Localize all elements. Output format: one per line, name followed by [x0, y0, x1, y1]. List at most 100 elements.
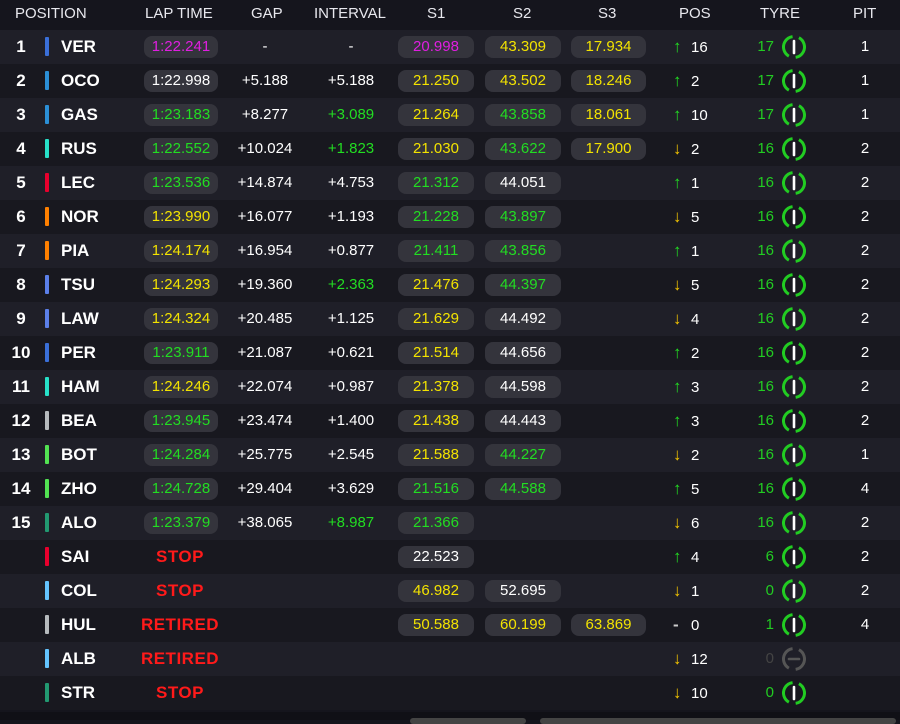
arrow-up-icon: ↑ [673, 37, 682, 56]
team-color-bar [45, 377, 49, 396]
gap-value: +25.775 [237, 446, 293, 463]
arrow-up-icon: ↑ [673, 343, 682, 362]
position-change-value: 0 [691, 617, 700, 634]
header-pit: PIT [853, 5, 877, 22]
table-row[interactable]: SAI STOP 22.523 ↑ 4 6 2 [0, 540, 900, 574]
sector-s1: 21.438 [398, 410, 474, 432]
driver-code: HAM [61, 377, 100, 396]
position-change: ↓ 6 [673, 506, 723, 540]
sector-s2: 43.309 [485, 36, 561, 58]
gap-value: +21.087 [237, 344, 293, 361]
sector-s2: 44.227 [485, 444, 561, 466]
position-change-value: 12 [691, 651, 708, 668]
driver-code: BOT [61, 445, 97, 464]
interval-value: +0.987 [327, 378, 375, 395]
team-color-bar [45, 615, 49, 634]
pit-stops: 2 [860, 174, 870, 191]
sector-s1: 22.523 [398, 546, 474, 568]
position-change: ↑ 3 [673, 404, 723, 438]
header-s2: S2 [513, 5, 532, 22]
arrow-down-icon: ↓ [673, 139, 682, 158]
table-row[interactable]: 8 TSU 1:24.293 +19.360 +2.363 21.476 44.397 ↓ 5 1… [0, 268, 900, 302]
driver-code: HUL [61, 615, 96, 634]
tyre-laps: 16 [757, 276, 774, 293]
pit-stops: 2 [860, 548, 870, 565]
team-color-bar [45, 241, 49, 260]
scrollbar-segment[interactable] [540, 718, 896, 724]
arrow-down-icon: ↓ [673, 309, 682, 328]
table-row[interactable]: ALB RETIRED ↓ 12 0 [0, 642, 900, 676]
sector-s1: 21.514 [398, 342, 474, 364]
driver-code: PER [61, 343, 96, 362]
team-color-bar [45, 343, 49, 362]
status-label: STOP [156, 683, 204, 702]
table-row[interactable]: 1 VER 1:22.241 - - 20.998 43.309 17.934 ↑ 16 17 1 [0, 30, 900, 64]
sector-s2: 44.492 [485, 308, 561, 330]
team-color-bar [45, 445, 49, 464]
pit-stops: 2 [860, 582, 870, 599]
position-change: ↑ 1 [673, 234, 723, 268]
position-number: 2 [16, 71, 26, 90]
horizontal-scrollbar[interactable] [0, 712, 900, 724]
sector-s2: 52.695 [485, 580, 561, 602]
table-row[interactable]: 7 PIA 1:24.174 +16.954 +0.877 21.411 43.856 ↑ 1 1… [0, 234, 900, 268]
table-row[interactable]: STR STOP ↓ 10 0 [0, 676, 900, 710]
status-label: STOP [156, 581, 204, 600]
lap-time: 1:23.990 [144, 206, 218, 228]
header-gap: GAP [251, 5, 283, 22]
position-change: ↑ 2 [673, 64, 723, 98]
interval-value [318, 642, 384, 676]
tyre-laps: 16 [757, 208, 774, 225]
gap-value: +8.277 [241, 106, 289, 123]
position-number: 11 [12, 377, 30, 396]
tyre-hard-icon [781, 442, 807, 468]
position-change: ↑ 16 [673, 30, 723, 64]
position-number [4, 608, 38, 642]
sector-s2: 43.858 [485, 104, 561, 126]
gap-value: +22.074 [237, 378, 293, 395]
table-row[interactable]: 11 HAM 1:24.246 +22.074 +0.987 21.378 44.598 ↑ 3… [0, 370, 900, 404]
pit-stops: 2 [860, 514, 870, 531]
tyre-laps: 0 [765, 684, 774, 701]
sector-s2: 60.199 [485, 614, 561, 636]
team-color-bar [45, 479, 49, 498]
position-number: 5 [16, 173, 26, 192]
scrollbar-segment[interactable] [410, 718, 526, 724]
pit-stops: 2 [860, 310, 870, 327]
tyre-hard-icon [781, 578, 807, 604]
interval-value: +8.987 [327, 514, 375, 531]
table-row[interactable]: 10 PER 1:23.911 +21.087 +0.621 21.514 44.656 ↑ 2… [0, 336, 900, 370]
table-row[interactable]: 3 GAS 1:23.183 +8.277 +3.089 21.264 43.858 18.0… [0, 98, 900, 132]
lap-time: 1:24.728 [144, 478, 218, 500]
tyre-hard-icon [781, 612, 807, 638]
sector-s3: 18.061 [571, 104, 646, 126]
interval-value: +3.629 [327, 480, 375, 497]
table-row[interactable]: 14 ZHO 1:24.728 +29.404 +3.629 21.516 44.588 ↑ 5… [0, 472, 900, 506]
table-row[interactable]: 6 NOR 1:23.990 +16.077 +1.193 21.228 43.897 ↓ 5 1… [0, 200, 900, 234]
table-row[interactable]: 12 BEA 1:23.945 +23.474 +1.400 21.438 44.443 ↑ 3… [0, 404, 900, 438]
table-row[interactable]: COL STOP 46.982 52.695 ↓ 1 0 2 [0, 574, 900, 608]
position-change: -0 [673, 608, 723, 642]
tyre-hard-icon [781, 68, 807, 94]
interval-value [318, 608, 384, 642]
table-row[interactable]: 5 LEC 1:23.536 +14.874 +4.753 21.312 44.051 ↑ 1 1… [0, 166, 900, 200]
table-row[interactable]: 13 BOT 1:24.284 +25.775 +2.545 21.588 44.227 ↓ 2… [0, 438, 900, 472]
pit-stops: 2 [860, 208, 870, 225]
sector-s2: 44.051 [485, 172, 561, 194]
table-row[interactable]: 2 OCO 1:22.998 +5.188 +5.188 21.250 43.502 18.2… [0, 64, 900, 98]
table-row[interactable]: HUL RETIRED 50.588 60.199 63.869 -0 1 4 [0, 608, 900, 642]
interval-value [318, 676, 384, 710]
driver-code: OCO [61, 71, 100, 90]
table-row[interactable]: 4 RUS 1:22.552 +10.024 +1.823 21.030 43.622 17.… [0, 132, 900, 166]
driver-code: ALO [61, 513, 97, 532]
table-row[interactable]: 15 ALO 1:23.379 +38.065 +8.987 21.366 ↓ 6 16 2 [0, 506, 900, 540]
arrow-down-icon: ↓ [673, 649, 682, 668]
sector-s2: 44.588 [485, 478, 561, 500]
table-row[interactable]: 9 LAW 1:24.324 +20.485 +1.125 21.629 44.492 ↓ 4 1… [0, 302, 900, 336]
sector-s3: 17.934 [571, 36, 646, 58]
tyre-laps: 17 [757, 106, 774, 123]
interval-value [318, 540, 384, 574]
sector-s1: 21.588 [398, 444, 474, 466]
position-number: 15 [11, 513, 31, 532]
gap-value: +16.077 [237, 208, 293, 225]
